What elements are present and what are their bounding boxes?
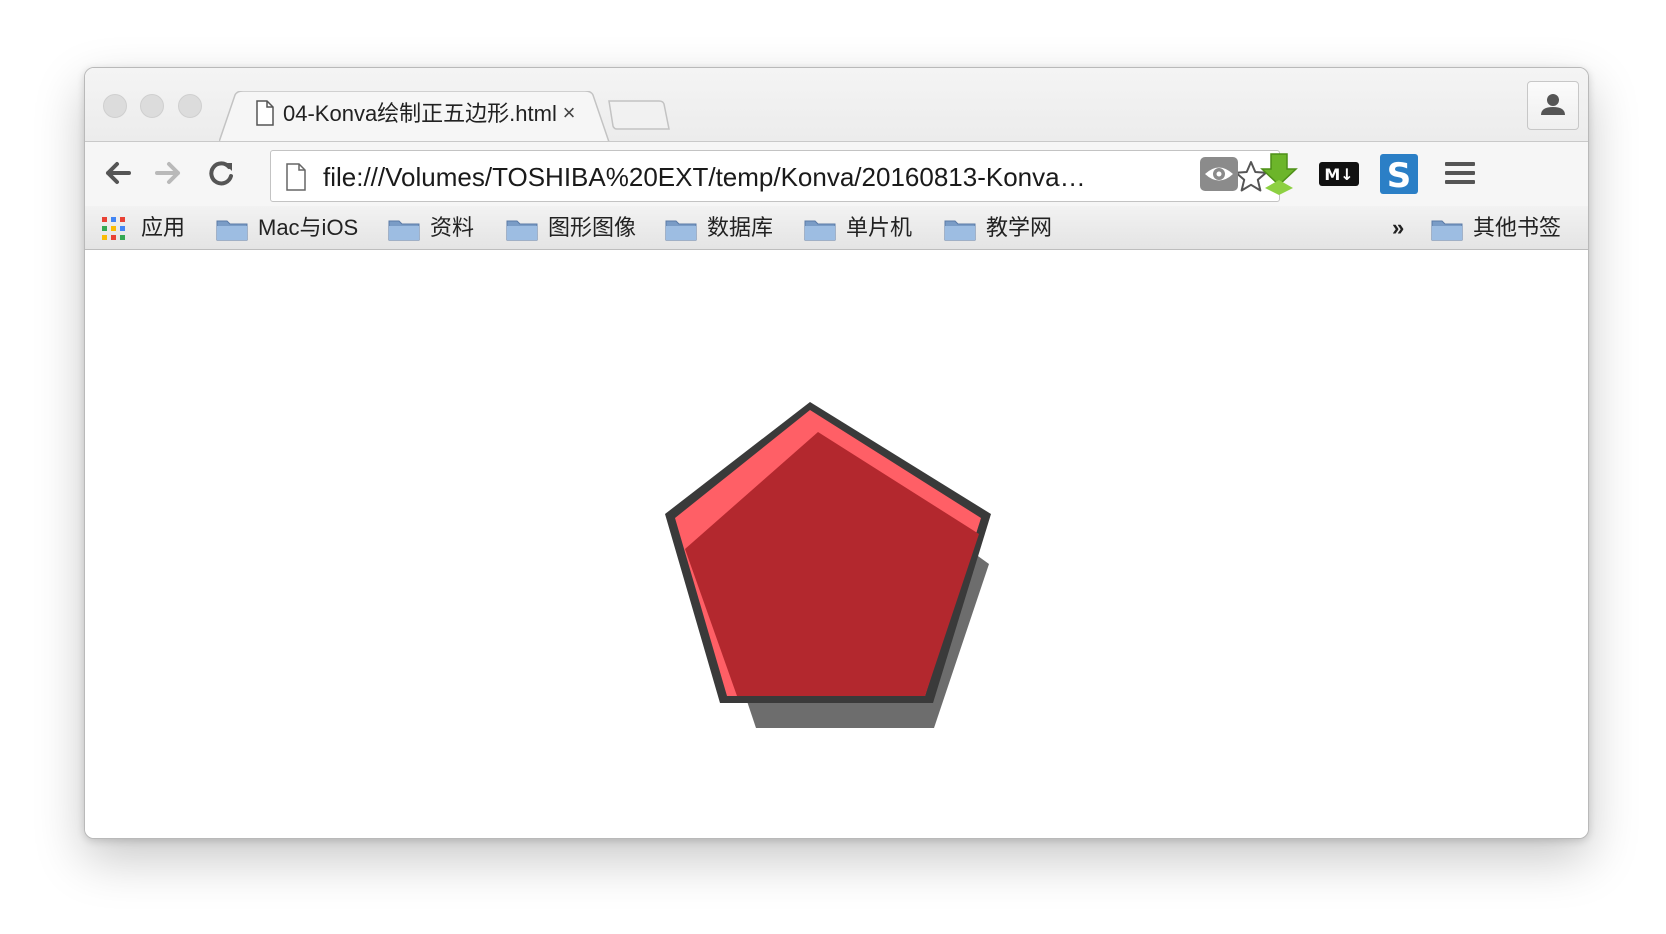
folder-icon bbox=[388, 220, 420, 241]
folder-icon bbox=[1431, 220, 1463, 241]
konva-canvas bbox=[665, 402, 991, 728]
toolbar: file:///Volumes/TOSHIBA%20EXT/temp/Konva… bbox=[85, 141, 1588, 206]
svg-text:M↓: M↓ bbox=[1324, 165, 1353, 184]
zoom-window-button[interactable] bbox=[178, 94, 202, 118]
bookmark-folder[interactable]: Mac与iOS bbox=[216, 214, 376, 242]
bookmark-folder[interactable]: 单片机 bbox=[804, 214, 924, 242]
tab-strip: 04-Konva绘制正五边形.html × bbox=[85, 68, 1588, 143]
folder-icon bbox=[665, 220, 697, 241]
overflow-chevron-icon: » bbox=[1392, 215, 1405, 240]
other-bookmarks-label: 其他书签 bbox=[1473, 215, 1562, 240]
apps-label: 应用 bbox=[141, 215, 186, 240]
download-extension-icon[interactable] bbox=[1257, 152, 1301, 196]
apps-grid-icon bbox=[102, 217, 125, 240]
address-bar[interactable]: file:///Volumes/TOSHIBA%20EXT/temp/Konva… bbox=[270, 150, 1280, 202]
page-icon bbox=[286, 163, 306, 191]
document-icon bbox=[256, 100, 274, 126]
back-arrow-icon[interactable] bbox=[99, 154, 137, 192]
bookmark-label: 资料 bbox=[430, 215, 475, 240]
bookmark-label: 教学网 bbox=[986, 215, 1053, 240]
bookmark-folder[interactable]: 数据库 bbox=[665, 214, 785, 242]
bookmark-label: 单片机 bbox=[846, 215, 913, 240]
url-text[interactable]: file:///Volumes/TOSHIBA%20EXT/temp/Konva… bbox=[323, 161, 1207, 193]
other-bookmarks-folder[interactable]: 其他书签 bbox=[1431, 214, 1571, 242]
bookmark-label: 图形图像 bbox=[548, 215, 637, 240]
folder-icon bbox=[216, 220, 248, 241]
person-icon bbox=[1541, 94, 1565, 115]
browser-window: 04-Konva绘制正五边形.html × file:///Volumes/TO… bbox=[84, 67, 1589, 839]
profile-button[interactable] bbox=[1527, 81, 1579, 130]
minimize-window-button[interactable] bbox=[140, 94, 164, 118]
forward-arrow-icon[interactable] bbox=[149, 154, 187, 192]
bookmark-label: Mac与iOS bbox=[258, 215, 359, 240]
page-content bbox=[85, 250, 1588, 838]
bookmark-folder[interactable]: 教学网 bbox=[944, 214, 1064, 242]
apps-bookmark[interactable]: 应用 bbox=[101, 214, 191, 242]
markdown-extension-icon[interactable]: M↓ bbox=[1317, 152, 1361, 196]
tab-close-button[interactable]: × bbox=[557, 99, 581, 127]
bookmarks-bar: 应用 Mac与iOS 资料 图形图像 数据库 单片机 教学网 » 其他书签 bbox=[85, 206, 1588, 250]
hamburger-menu-icon[interactable] bbox=[1439, 152, 1483, 196]
folder-icon bbox=[506, 220, 538, 241]
bookmark-folder[interactable]: 图形图像 bbox=[506, 214, 646, 242]
eye-extension-icon[interactable] bbox=[1197, 152, 1241, 196]
bookmarks-overflow-button[interactable]: » bbox=[1392, 214, 1412, 242]
folder-icon bbox=[804, 220, 836, 241]
folder-icon bbox=[944, 220, 976, 241]
tab-title: 04-Konva绘制正五边形.html bbox=[283, 101, 557, 126]
reload-icon[interactable] bbox=[202, 154, 240, 192]
s-extension-icon[interactable]: S bbox=[1377, 152, 1421, 196]
bookmark-label: 数据库 bbox=[707, 215, 774, 240]
new-tab-button[interactable] bbox=[607, 100, 671, 130]
close-window-button[interactable] bbox=[103, 94, 127, 118]
bookmark-folder[interactable]: 资料 bbox=[388, 214, 488, 242]
svg-text:S: S bbox=[1387, 156, 1412, 196]
